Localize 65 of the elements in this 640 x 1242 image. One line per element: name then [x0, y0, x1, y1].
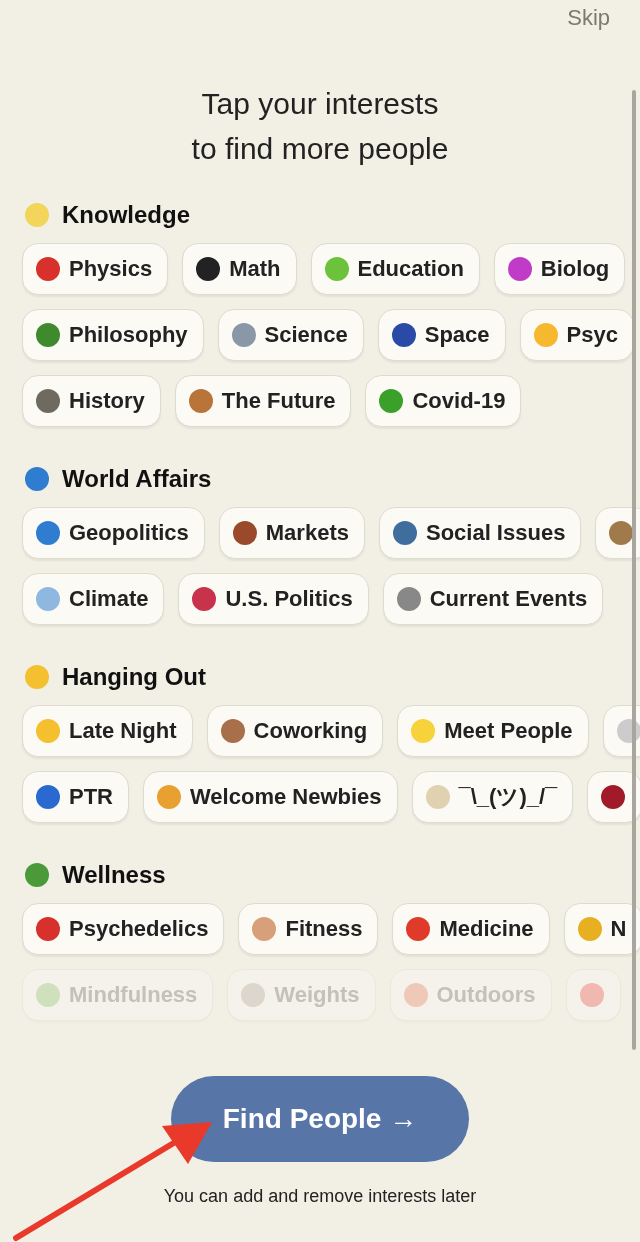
find-people-button[interactable]: Find People →	[171, 1076, 469, 1162]
chip-label: Late Night	[69, 718, 177, 744]
interest-chip[interactable]: The Future	[174, 375, 352, 427]
interest-chip[interactable]: Psyc	[519, 309, 634, 361]
interest-chip[interactable]: Social Issues	[378, 507, 582, 559]
interest-chip[interactable]	[595, 507, 640, 559]
chip-label: Markets	[265, 520, 349, 546]
interest-chip[interactable]: Psychedelics	[22, 903, 225, 955]
footer-note: You can add and remove interests later	[163, 1186, 477, 1207]
chip-label: The Future	[221, 388, 336, 414]
interest-chip[interactable]	[587, 771, 640, 823]
chip-label: U.S. Politics	[225, 586, 353, 612]
interest-chip[interactable]: Meet People	[397, 705, 589, 757]
interest-chip[interactable]: Physics	[22, 243, 169, 295]
chip-label: Geopolitics	[69, 520, 189, 546]
interest-chip[interactable]: Covid-19	[365, 375, 522, 427]
chip-label: Philosophy	[69, 322, 188, 348]
interest-chip[interactable]: Science	[217, 309, 364, 361]
interest-chip[interactable]: Current Events	[382, 573, 604, 625]
chip-label: Covid-19	[412, 388, 506, 414]
chip-label: Coworking	[253, 718, 368, 744]
page-title: to find more people	[191, 131, 449, 167]
interest-chip[interactable]: Late Night	[22, 705, 193, 757]
chip-label: Welcome Newbies	[190, 784, 382, 810]
chip-label: Psychedelics	[69, 916, 209, 942]
interest-chip[interactable]: U.S. Politics	[178, 573, 369, 625]
interest-chip[interactable]: Markets	[218, 507, 365, 559]
chip-label: Psyc	[566, 322, 618, 348]
chip-label: History	[69, 388, 145, 414]
chip-label: N	[610, 916, 627, 942]
chip-label: Medicine	[439, 916, 534, 942]
interest-chip[interactable]: Welcome Newbies	[143, 771, 398, 823]
interest-chip[interactable]: Geopolitics	[22, 507, 205, 559]
interest-chip[interactable]: Philosophy	[22, 309, 204, 361]
section-title: Hanging Out	[62, 663, 206, 691]
section-title: World Affairs	[62, 465, 212, 493]
section-title: Knowledge	[62, 201, 190, 229]
chip-label: Climate	[69, 586, 149, 612]
interest-chip[interactable]: Education	[310, 243, 480, 295]
interest-chip[interactable]: Fitness	[238, 903, 379, 955]
interest-chip[interactable]: Medicine	[392, 903, 550, 955]
interest-chip[interactable]: Biolog	[493, 243, 626, 295]
chip-label: Education	[357, 256, 464, 282]
interest-chip[interactable]: PTR	[22, 771, 129, 823]
chip-label: PTR	[69, 784, 113, 810]
interest-chip[interactable]: Climate	[22, 573, 165, 625]
interest-chip[interactable]: N	[563, 903, 640, 955]
chip-label: Fitness	[285, 916, 363, 942]
interest-chip[interactable]: Math	[182, 243, 297, 295]
interest-chip[interactable]: ¯\_(ツ)_/¯	[411, 771, 574, 823]
chip-label: Social Issues	[425, 520, 566, 546]
chip-label: Science	[264, 322, 348, 348]
chip-label: Math	[229, 256, 281, 282]
chip-label: Current Events	[429, 586, 588, 612]
chip-label: Meet People	[444, 718, 573, 744]
skip-link[interactable]: Skip	[567, 5, 610, 45]
chip-label: Space	[424, 322, 490, 348]
section-title: Wellness	[62, 861, 166, 889]
interest-chip[interactable]: History	[22, 375, 161, 427]
chip-label: ¯\_(ツ)_/¯	[458, 783, 558, 811]
interest-chip[interactable]: Coworking	[206, 705, 384, 757]
page-title: Tap your interests	[201, 86, 439, 122]
chip-label: Biolog	[540, 256, 610, 282]
chip-label: Physics	[69, 256, 153, 282]
interest-chip[interactable]: Space	[377, 309, 506, 361]
